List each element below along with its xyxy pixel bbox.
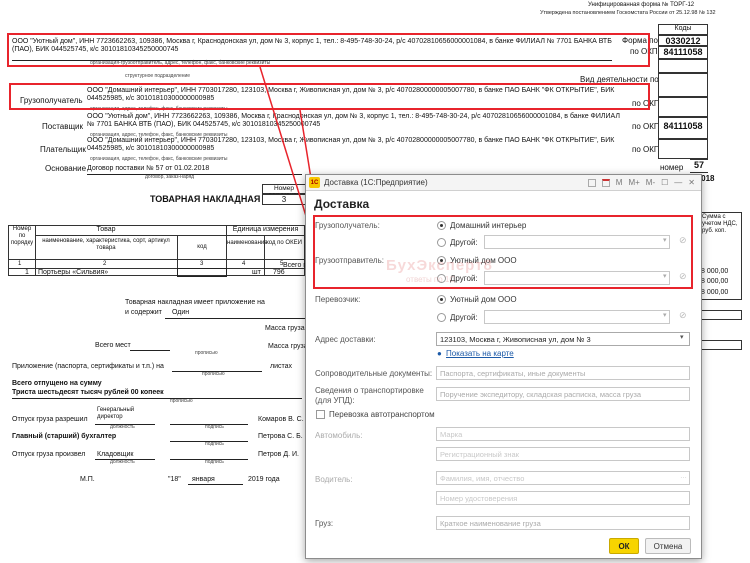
- maximize-icon[interactable]: ☐: [661, 178, 668, 187]
- car-brand-input[interactable]: Марка: [436, 427, 690, 441]
- carrier-dropdown-icon[interactable]: ▾: [663, 311, 667, 319]
- driver-name-input[interactable]: Фамилия, имя, отчество: [436, 471, 690, 485]
- transport-label: Сведения о транспортировке (для УПД):: [315, 386, 424, 405]
- carrier-label: Перевозчик:: [315, 295, 361, 304]
- close-icon[interactable]: ✕: [688, 178, 695, 187]
- car-plate-input[interactable]: Регистрационный знак: [436, 447, 690, 461]
- address-dropdown-icon[interactable]: ▾: [680, 333, 684, 341]
- docs-input[interactable]: Паспорта, сертификаты, иные документы: [436, 366, 690, 380]
- window-title: Доставка (1С:Предприятие): [324, 178, 428, 187]
- carrier-option-other[interactable]: Другой:: [450, 313, 478, 322]
- watermark-sub: ответы по 1С: [406, 275, 456, 284]
- memory-plus-button[interactable]: M+: [628, 178, 639, 187]
- driver-label: Водитель:: [315, 475, 353, 484]
- delivery-dialog: 1С Доставка (1С:Предприятие) M M+ M- ☐ —…: [305, 174, 702, 559]
- cancel-button[interactable]: Отмена: [645, 538, 691, 554]
- cargo-input[interactable]: Краткое наименование груза: [436, 516, 690, 530]
- carrier-other-input[interactable]: [484, 310, 670, 324]
- memory-button[interactable]: M: [616, 178, 623, 187]
- watermark-logo: БухЭксперт8: [386, 257, 493, 274]
- carrier-radio-default[interactable]: [437, 295, 446, 304]
- cargo-label: Груз:: [315, 519, 334, 528]
- docs-label: Сопроводительные документы:: [315, 369, 433, 378]
- app-icon: 1С: [309, 177, 320, 188]
- show-map-link[interactable]: Показать на карте: [446, 349, 514, 358]
- titlebar-tools: M M+ M- ☐ — ✕: [587, 178, 701, 187]
- calc-icon[interactable]: [587, 178, 596, 187]
- carrier-option-default[interactable]: Уютный дом ООО: [450, 295, 517, 304]
- dialog-heading: Доставка: [314, 197, 370, 211]
- transport-input[interactable]: Поручение экспедитору, складская расписк…: [436, 387, 690, 401]
- driver-select-icon[interactable]: …: [680, 473, 687, 480]
- minimize-icon[interactable]: —: [674, 178, 682, 187]
- driver-license-input[interactable]: Номер удостоверения: [436, 491, 690, 505]
- calendar-icon[interactable]: [601, 178, 610, 187]
- map-pin-icon: ●: [437, 349, 442, 358]
- memory-minus-button[interactable]: M-: [646, 178, 655, 187]
- dialog-highlight: [313, 215, 693, 289]
- auto-transport-checkbox[interactable]: [316, 410, 325, 419]
- carrier-link-icon[interactable]: ⊘: [679, 310, 687, 321]
- car-label: Автомобиль:: [315, 431, 363, 440]
- dialog-titlebar: 1С Доставка (1С:Предприятие) M M+ M- ☐ —…: [306, 175, 701, 191]
- auto-transport-label[interactable]: Перевозка автотранспортом: [329, 410, 435, 419]
- carrier-radio-other[interactable]: [437, 313, 446, 322]
- address-label: Адрес доставки:: [315, 335, 376, 344]
- address-input[interactable]: 123103, Москва г, Живописная ул, дом № 3: [436, 332, 690, 346]
- ok-button[interactable]: ОК: [609, 538, 639, 554]
